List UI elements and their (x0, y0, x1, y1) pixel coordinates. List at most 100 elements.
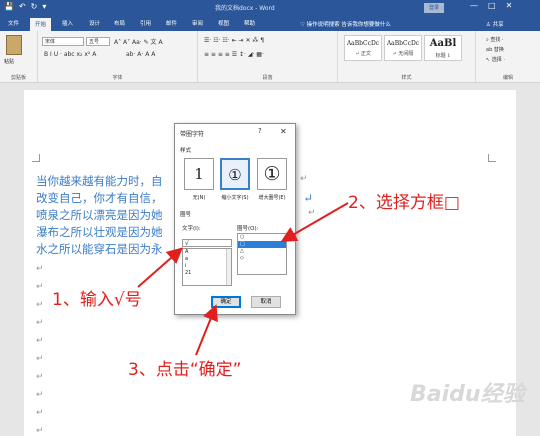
undo-icon[interactable]: ↶ (19, 2, 26, 11)
cancel-button[interactable]: 取消 (251, 296, 281, 308)
text-input[interactable]: √ (182, 239, 232, 247)
document-line: 瀑布之所以壮观是因为她 (36, 225, 163, 239)
window-controls: — □ ✕ (470, 1, 512, 10)
maximize-icon[interactable]: □ (488, 1, 496, 10)
baidu-watermark: Baidu经验 (410, 382, 525, 407)
tab-design[interactable]: 设计 (89, 19, 100, 27)
replace-button[interactable]: ab 替换 (486, 46, 504, 53)
tell-me-search[interactable]: ♡ 操作说明搜索 告诉我你想要做什么 (300, 20, 391, 28)
paragraph-row1[interactable]: ☰· ☷· ☷· ⇤ ⇥ ✕ ⁂ ¶ (204, 37, 264, 44)
annotation-step3: 3、点击“确定” (128, 360, 242, 380)
select-button[interactable]: ↖ 选择 · (486, 56, 505, 63)
help-icon[interactable]: ? (258, 127, 262, 135)
style-name: ↵ 正文 (355, 51, 371, 57)
style-no-spacing[interactable]: AaBbCcDc ↵ 无间隔 (384, 35, 422, 61)
tab-references[interactable]: 引用 (140, 19, 151, 27)
font-format-row2[interactable]: B I U · abc x₂ x² A (44, 51, 96, 58)
tab-insert[interactable]: 插入 (62, 19, 73, 27)
paragraph-mark: ↵ (36, 318, 44, 328)
paragraph-row2[interactable]: ≡ ≡ ≡ ≡ ☰ ↕· ◢· ▦· (204, 51, 264, 58)
tab-help[interactable]: 帮助 (244, 19, 255, 27)
list-item[interactable]: ○ (238, 234, 286, 241)
ribbon-tabs: 文件 开始 插入 设计 布局 引用 邮件 审阅 视图 帮助 ♡ 操作说明搜索 告… (0, 17, 540, 31)
paragraph-mark: ↵ (300, 174, 308, 184)
style-option-enlarge-symbol[interactable]: ① (257, 158, 287, 190)
save-icon[interactable]: 💾 (4, 2, 14, 11)
text-field-label: 文字(I): (182, 226, 201, 232)
paragraph-mark: ↵ (36, 426, 44, 436)
dialog-title: 带圈字符 (180, 131, 205, 138)
list-item[interactable]: A (183, 249, 231, 256)
window-title: 我的文档docx - Word (215, 5, 275, 12)
clipboard-group: 粘贴 剪贴板 (0, 31, 38, 83)
font-format-row1[interactable]: A˄ A˅ Aa· ✎ 文 A (114, 37, 163, 46)
tab-view[interactable]: 视图 (218, 19, 229, 27)
paste-button-label: 粘贴 (4, 59, 15, 65)
customize-qat-icon[interactable]: ▾ (42, 2, 46, 11)
paragraph-mark: ↵ (36, 264, 44, 274)
font-format-row3[interactable]: ab· A· A A (126, 51, 155, 58)
font-group: 宋体 五号 A˄ A˅ Aa· ✎ 文 A B I U · abc x₂ x² … (38, 31, 198, 83)
document-line: 当你越来越有能力时，自 (36, 174, 163, 188)
style-option-label: 增大圈号(E) (258, 195, 286, 201)
list-item[interactable]: 21 (183, 270, 231, 277)
list-item[interactable]: a (183, 256, 231, 263)
paragraph-mark: ↵ (308, 208, 316, 218)
paragraph-mark: ↵ (36, 300, 44, 310)
paragraph-mark: ↵ (36, 354, 44, 364)
paragraph-mark: ↵ (36, 390, 44, 400)
list-item[interactable]: ◇ (238, 255, 286, 262)
close-icon[interactable]: ✕ (506, 1, 513, 10)
style-sample: AaBl (429, 38, 457, 49)
font-size-select[interactable]: 五号 (86, 37, 110, 46)
circled-section-label: 圈号 (180, 212, 192, 218)
margin-corner-mark (488, 154, 496, 162)
share-button[interactable]: ♙ 共享 (486, 20, 504, 28)
style-option-shrink-text[interactable]: ① (220, 158, 250, 190)
style-option-label: 无(N) (192, 195, 206, 201)
enclose-characters-dialog: 带圈字符 ? ✕ 样式 1 ① ① 无(N) 缩小文字(S) 增大圈号(E) 圈… (174, 123, 296, 315)
paragraph-group: ☰· ☷· ☷· ⇤ ⇥ ✕ ⁂ ¶ ≡ ≡ ≡ ≡ ☰ ↕· ◢· ▦· 段落 (198, 31, 338, 83)
document-line: 改变自己，你才有自信， (36, 191, 163, 205)
login-button[interactable]: 登录 (424, 3, 444, 13)
document-line: 喷泉之所以漂亮是因为她 (36, 208, 163, 222)
style-heading-1[interactable]: AaBl 标题 1 (424, 35, 462, 61)
paragraph-mark: ↵ (36, 408, 44, 418)
font-name-select[interactable]: 宋体 (42, 37, 84, 46)
style-name: 标题 1 (435, 53, 451, 59)
enclosure-list[interactable]: ○ □ △ ◇ (237, 233, 287, 275)
style-sample: AaBbCcDc (346, 40, 380, 47)
quick-access-toolbar: 💾 ↶ ↻ ▾ (4, 2, 46, 11)
minimize-icon[interactable]: — (470, 1, 478, 10)
style-sample: AaBbCcDc (386, 40, 420, 47)
editing-group: ⌕ 查找 · ab 替换 ↖ 选择 · 编辑 (476, 31, 540, 83)
annotation-step1: 1、输入√号 (52, 290, 142, 310)
style-normal[interactable]: AaBbCcDc ↵ 正文 (344, 35, 382, 61)
ribbon: 粘贴 剪贴板 宋体 五号 A˄ A˅ Aa· ✎ 文 A B I U · abc… (0, 31, 540, 83)
tab-home[interactable]: 开始 (30, 18, 52, 31)
style-name: ↵ 无间隔 (392, 51, 414, 57)
ok-button[interactable]: 确定 (211, 296, 241, 308)
text-list[interactable]: A a i 21 (182, 248, 232, 286)
margin-corner-mark (32, 154, 40, 162)
tab-layout[interactable]: 布局 (114, 19, 125, 27)
style-option-label: 缩小文字(S) (221, 195, 249, 201)
find-button[interactable]: ⌕ 查找 · (486, 36, 504, 43)
redo-icon[interactable]: ↻ (31, 2, 38, 11)
list-item-selected[interactable]: □ (238, 241, 286, 248)
document-line: 水之所以能穿石是因为永 (36, 242, 163, 256)
style-option-none[interactable]: 1 (184, 158, 214, 190)
styles-group-label: 样式 (401, 75, 412, 81)
paragraph-mark: ↵ (36, 336, 44, 346)
list-scrollbar[interactable] (226, 249, 231, 285)
list-item[interactable]: △ (238, 248, 286, 255)
paragraph-mark: ↵ (36, 372, 44, 382)
list-item[interactable]: i (183, 263, 231, 270)
tab-file[interactable]: 文件 (8, 19, 19, 27)
annotation-step2: 2、选择方框□ (348, 193, 460, 213)
tab-mailings[interactable]: 邮件 (166, 19, 177, 27)
dialog-close-icon[interactable]: ✕ (280, 127, 287, 136)
paste-icon[interactable] (6, 35, 22, 55)
paragraph-group-label: 段落 (262, 75, 273, 81)
tab-review[interactable]: 审阅 (192, 19, 203, 27)
